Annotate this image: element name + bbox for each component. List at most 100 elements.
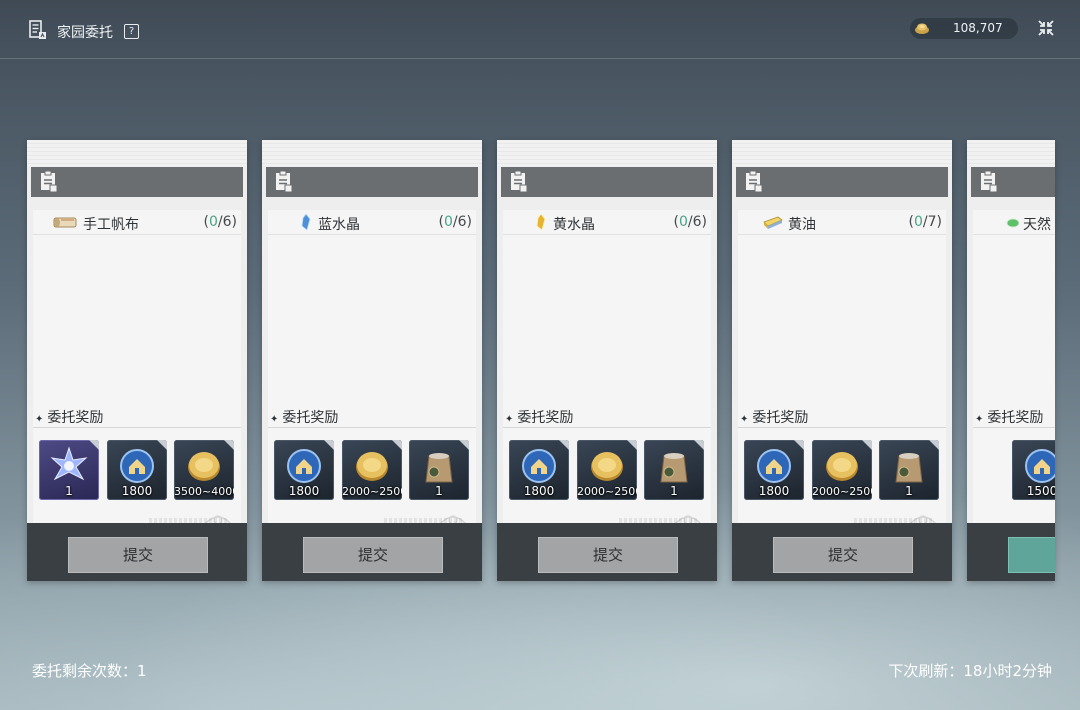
reward-quantity: 1500 [1026, 484, 1055, 498]
material-row[interactable]: 手工帆布 (0/6) [33, 210, 241, 235]
reward-quantity: 2000~2500 [342, 485, 402, 498]
reward-item[interactable]: 2000~2500 [812, 440, 872, 500]
reward-item[interactable]: 1 [879, 440, 939, 500]
card-title-bar [501, 167, 713, 197]
card-header-strip [262, 140, 482, 166]
yellow-crystal-icon [536, 214, 546, 230]
gold-coin-icon [826, 452, 858, 481]
reward-heading: ✦ 委托奖励 [505, 410, 574, 426]
seed-sack-icon [895, 453, 923, 483]
material-count: (0/6) [673, 214, 707, 230]
reward-heading: ✦ 委托奖励 [270, 410, 339, 426]
currency-display: 108,707 [910, 18, 1018, 39]
commission-board-icon [29, 20, 46, 39]
collapse-arrows-icon[interactable] [1036, 18, 1056, 38]
reward-item[interactable]: 3500~4000 [174, 440, 234, 500]
reward-item[interactable]: 2000~2500 [342, 440, 402, 500]
reward-quantity: 1800 [758, 484, 790, 498]
reward-item[interactable]: 1 [39, 440, 99, 500]
card-title-bar [266, 167, 478, 197]
commission-card: 天然 ✦ 委托奖励 1500 [967, 140, 1055, 581]
material-count: (0/6) [203, 214, 237, 230]
seed-sack-icon [660, 453, 688, 483]
butter-icon [763, 216, 783, 229]
commission-card: 黄油 (0/7) ✦ 委托奖励 1800 2000~2500 1 提交 [732, 140, 952, 581]
material-count: (0/6) [438, 214, 472, 230]
reward-item[interactable]: 1500 [1012, 440, 1055, 500]
reward-item[interactable]: 2000~2500 [577, 440, 637, 500]
blue-house-medal-icon [522, 449, 556, 483]
gold-ingot-icon [915, 23, 929, 34]
header-divider [0, 58, 1080, 59]
reward-quantity: 1 [670, 484, 678, 498]
reward-heading: ✦ 委托奖励 [740, 410, 809, 426]
reward-quantity: 1800 [288, 484, 320, 498]
reward-list: 1800 2000~2500 1 [509, 440, 709, 502]
card-title-bar [31, 167, 243, 197]
card-footer: 提交 [497, 523, 717, 581]
green-leaf-icon [1006, 218, 1019, 228]
reward-quantity: 1 [435, 484, 443, 498]
card-footer: 提交 [27, 523, 247, 581]
material-count: (0/7) [908, 214, 942, 230]
page-title: 家园委托 [57, 25, 113, 41]
reward-quantity: 1800 [523, 484, 555, 498]
reward-list: 1 1800 3500~4000 [39, 440, 239, 502]
material-name: 天然 [1023, 217, 1051, 233]
card-header-strip [967, 140, 1055, 166]
material-name: 黄水晶 [553, 217, 595, 233]
reward-list: 1800 2000~2500 1 [274, 440, 474, 502]
reward-divider [503, 427, 711, 428]
refresh-timer: 下次刷新：18小时2分钟 [888, 662, 1052, 680]
gold-coin-icon [188, 452, 220, 481]
reward-quantity: 2000~2500 [577, 485, 637, 498]
reward-item[interactable]: 1800 [509, 440, 569, 500]
reward-quantity: 1 [905, 484, 913, 498]
reward-quantity: 1 [65, 484, 73, 498]
document-icon [41, 170, 58, 193]
reward-heading: ✦ 委托奖励 [975, 410, 1044, 426]
document-icon [981, 170, 998, 193]
reward-divider [973, 427, 1055, 428]
blue-house-medal-icon [287, 449, 321, 483]
reward-item[interactable]: 1 [409, 440, 469, 500]
blue-house-medal-icon [120, 449, 154, 483]
reward-list: 1800 2000~2500 1 [744, 440, 944, 502]
commission-card: 蓝水晶 (0/6) ✦ 委托奖励 1800 2000~2500 1 提交 [262, 140, 482, 581]
material-name: 手工帆布 [83, 217, 139, 233]
reward-divider [33, 427, 241, 428]
blue-house-medal-icon [1025, 449, 1055, 483]
reward-quantity: 2000~2500 [812, 485, 872, 498]
blue-house-medal-icon [757, 449, 791, 483]
material-row[interactable]: 蓝水晶 (0/6) [268, 210, 476, 235]
material-name: 蓝水晶 [318, 217, 360, 233]
card-header-strip [497, 140, 717, 166]
submit-button[interactable] [1008, 537, 1055, 573]
reward-divider [738, 427, 946, 428]
submit-button[interactable]: 提交 [303, 537, 443, 573]
reward-heading: ✦ 委托奖励 [35, 410, 104, 426]
gold-coin-icon [356, 452, 388, 481]
submit-button[interactable]: 提交 [68, 537, 208, 573]
card-footer: 提交 [262, 523, 482, 581]
seed-sack-icon [425, 453, 453, 483]
reward-item[interactable]: 1800 [744, 440, 804, 500]
document-icon [746, 170, 763, 193]
document-icon [511, 170, 528, 193]
submit-button[interactable]: 提交 [538, 537, 678, 573]
material-row[interactable]: 黄油 (0/7) [738, 210, 946, 235]
reward-item[interactable]: 1800 [107, 440, 167, 500]
reward-item[interactable]: 1800 [274, 440, 334, 500]
card-footer: 提交 [732, 523, 952, 581]
reward-item[interactable]: 1 [644, 440, 704, 500]
reward-divider [268, 427, 476, 428]
commission-card: 手工帆布 (0/6) ✦ 委托奖励 1 1800 3500~4000 提交 [27, 140, 247, 581]
gold-coin-icon [591, 452, 623, 481]
material-row[interactable]: 黄水晶 (0/6) [503, 210, 711, 235]
commission-card: 黄水晶 (0/6) ✦ 委托奖励 1800 2000~2500 1 提交 [497, 140, 717, 581]
material-row[interactable]: 天然 [973, 210, 1055, 235]
reward-quantity: 1800 [121, 484, 153, 498]
document-icon [276, 170, 293, 193]
question-icon[interactable]: ? [124, 24, 139, 39]
submit-button[interactable]: 提交 [773, 537, 913, 573]
